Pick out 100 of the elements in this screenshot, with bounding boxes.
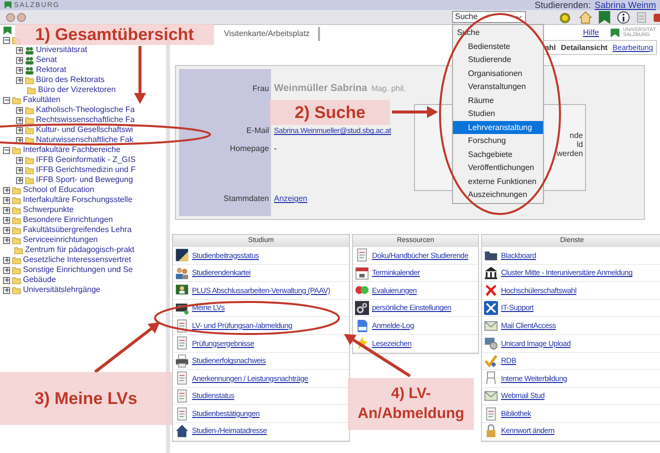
- monitor-icon: [175, 283, 189, 298]
- field-label: Homepage: [230, 145, 269, 153]
- tree-item[interactable]: Kultur- und Gesellschaftswi: [36, 126, 133, 134]
- tree-item[interactable]: Besondere Einrichtungen: [23, 216, 113, 224]
- dropdown-option[interactable]: Lehrveranstaltung: [453, 120, 543, 134]
- tree-item[interactable]: Gesetzliche Interessensvertret: [23, 256, 132, 264]
- dropdown-option[interactable]: Veranstaltungen: [453, 80, 543, 94]
- expand-toggle[interactable]: [16, 56, 23, 64]
- people-icon: [175, 266, 189, 280]
- tree-item[interactable]: IFFB Gerichtsmedizin und F: [36, 166, 136, 174]
- calendar-icon: [355, 266, 369, 280]
- tree-item[interactable]: Sonstige Einrichtungen und Se: [23, 266, 133, 274]
- tree-item[interactable]: Fakultätsübergreifendes Lehra: [23, 226, 132, 234]
- dropdown-option[interactable]: Organisationen: [453, 66, 543, 80]
- expand-toggle[interactable]: [3, 236, 10, 244]
- collapse-toggle[interactable]: [3, 146, 10, 154]
- tree-item[interactable]: Schwerpunkte: [23, 206, 74, 214]
- dropdown-option[interactable]: Forschung: [453, 134, 543, 148]
- annotation-arrow: [344, 334, 411, 378]
- show-link[interactable]: Anzeigen: [274, 195, 308, 203]
- expand-toggle[interactable]: [3, 186, 10, 194]
- tree-item[interactable]: Rechtswissenschaftliche Fa: [36, 116, 135, 124]
- document-icon: [355, 248, 369, 262]
- collapse-toggle[interactable]: [3, 96, 10, 104]
- annotation-arrow: [392, 106, 438, 118]
- flag-icon: [609, 28, 621, 38]
- plus-icon: [4, 227, 10, 233]
- plus-icon: [16, 127, 22, 133]
- expand-toggle[interactable]: [16, 166, 23, 174]
- tree-item[interactable]: Senat: [36, 56, 57, 64]
- notice-text: ld: [576, 140, 583, 149]
- flag-icon: [598, 10, 611, 25]
- tree-item[interactable]: Büro der Vizerektoren: [38, 86, 116, 94]
- expand-toggle[interactable]: [3, 206, 10, 214]
- card-icon: [484, 336, 498, 350]
- user-name-link[interactable]: Sabrina Weinm: [594, 0, 656, 10]
- tree-item[interactable]: School of Education: [23, 186, 94, 194]
- minus-icon: [4, 37, 10, 43]
- tree-item[interactable]: Zentrum für pädagogisch-prakt: [25, 246, 134, 254]
- expand-toggle[interactable]: [16, 106, 23, 114]
- envelope-icon: [484, 318, 498, 333]
- annotation-label: 2) Suche: [294, 102, 366, 124]
- tree-item[interactable]: Katholisch-Theologische Fa: [36, 106, 135, 114]
- plus-icon: [4, 257, 10, 263]
- expand-toggle[interactable]: [3, 256, 10, 264]
- collapse-toggle[interactable]: [3, 36, 10, 44]
- expand-toggle[interactable]: [3, 286, 10, 294]
- field-label: Frau: [252, 85, 269, 93]
- expand-toggle[interactable]: [16, 116, 23, 124]
- expand-toggle[interactable]: [16, 126, 23, 134]
- envelope-icon: [484, 389, 498, 404]
- expand-toggle[interactable]: [3, 226, 10, 234]
- plus-icon: [16, 107, 22, 113]
- expand-toggle[interactable]: [3, 266, 10, 274]
- expand-toggle[interactable]: [3, 196, 10, 204]
- expand-toggle[interactable]: [3, 216, 10, 224]
- tree-item[interactable]: Gebäude: [23, 276, 56, 284]
- tree-item[interactable]: Büro des Rektorats: [36, 76, 104, 84]
- dropdown-option[interactable]: Sachgebiete: [453, 148, 543, 161]
- dropdown-option[interactable]: Bedienstete: [453, 40, 543, 53]
- chevron-icon: [515, 13, 523, 21]
- tree-item[interactable]: Naturwissenschaftliche Fak: [36, 136, 134, 144]
- help-link[interactable]: Hilfe: [582, 29, 599, 37]
- dropdown-option[interactable]: Auszeichnungen: [453, 188, 543, 202]
- dropdown-option[interactable]: Studien: [453, 107, 543, 120]
- plus-icon: [16, 157, 22, 163]
- cross-icon: [484, 283, 498, 298]
- expand-toggle[interactable]: [16, 176, 23, 184]
- plus-icon: [4, 287, 10, 293]
- tree-item[interactable]: IFFB Sport- und Bewegung: [36, 176, 133, 184]
- plus-icon: [4, 237, 10, 243]
- star-icon: [355, 336, 369, 350]
- dropdown-option[interactable]: externe Funktionen: [453, 174, 543, 188]
- tree-item[interactable]: IFFB Geoinformatik - Z_GIS: [36, 156, 136, 164]
- tree-item[interactable]: Rektorat: [36, 66, 66, 74]
- tree-item[interactable]: Universitätslehrgänge: [23, 286, 100, 294]
- expand-toggle[interactable]: [16, 66, 23, 74]
- dropdown-option[interactable]: Veröffentlichungen: [453, 161, 543, 174]
- annotation-label: 3) Meine LVs: [34, 388, 138, 410]
- tree-item[interactable]: Fakultäten: [23, 96, 60, 104]
- expand-toggle[interactable]: [3, 276, 10, 284]
- expand-toggle[interactable]: [16, 156, 23, 164]
- field-label: Stammdaten: [224, 195, 269, 203]
- plus-icon: [16, 67, 22, 73]
- tree-item[interactable]: Interfakultäre Fachbereiche: [23, 146, 120, 154]
- dropdown-option[interactable]: Studierende: [453, 53, 543, 66]
- annotation-label: 4) LV-An/Abmeldung: [356, 384, 466, 424]
- expand-toggle[interactable]: [16, 76, 23, 84]
- power-icon: [653, 11, 660, 24]
- plus-icon: [16, 57, 22, 63]
- log-file-icon: [355, 318, 369, 333]
- dropdown-option[interactable]: Räume: [453, 94, 543, 107]
- tree-item[interactable]: Serviceeinrichtungen: [23, 236, 98, 244]
- tree-item[interactable]: Interfakultäre Forschungsstelle: [23, 196, 132, 204]
- person-name: Weinmüller Sabrina: [274, 84, 368, 94]
- plus-icon: [4, 197, 10, 203]
- expand-toggle[interactable]: [16, 46, 23, 54]
- check-icon: [484, 354, 498, 368]
- tree-item[interactable]: Universitätsrat: [36, 46, 88, 54]
- plus-icon: [4, 267, 10, 273]
